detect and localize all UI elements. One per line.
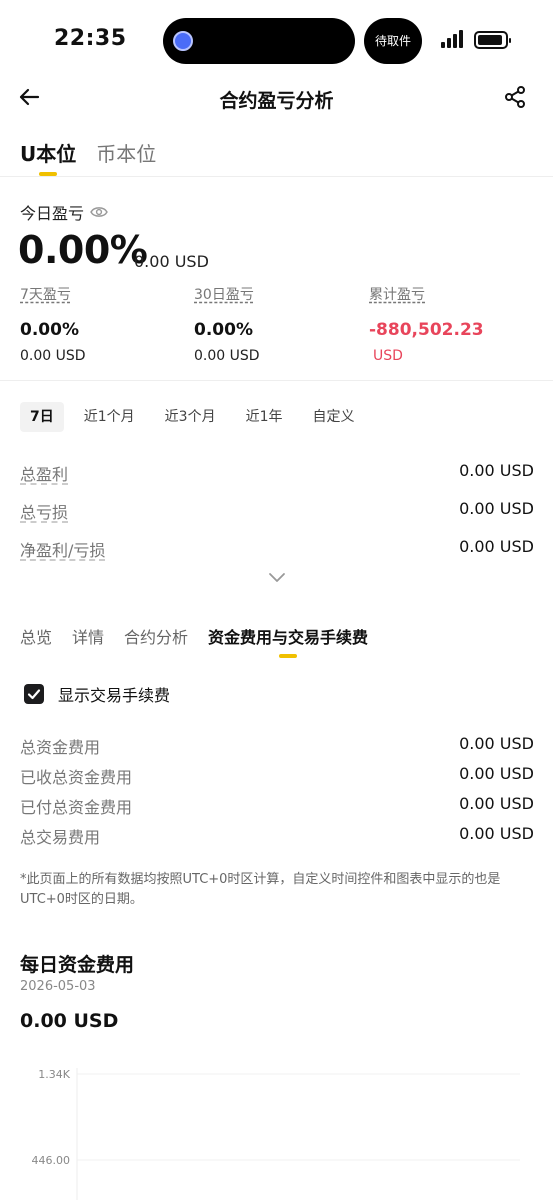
- stat-label: 7天盈亏: [20, 287, 71, 303]
- tab-coin-margined[interactable]: 币本位: [96, 138, 156, 176]
- battery-icon: [474, 31, 511, 49]
- today-pnl-label: 今日盈亏: [20, 200, 108, 224]
- tab-overview[interactable]: 总览: [20, 624, 52, 658]
- period-custom[interactable]: 自定义: [303, 402, 365, 432]
- section-tabs: 总览 详情 合约分析 资金费用与交易手续费: [20, 624, 368, 658]
- share-icon[interactable]: [503, 85, 527, 109]
- today-pnl-label-text: 今日盈亏: [20, 204, 85, 223]
- today-pnl-usd: 0.00 USD: [134, 252, 209, 271]
- show-fees-checkbox[interactable]: [24, 684, 44, 704]
- summary-row: 总盈利 0.00 USD: [20, 461, 534, 485]
- show-fees-label: 显示交易手续费: [58, 686, 171, 705]
- timezone-note: *此页面上的所有数据均按照UTC+0时区计算，自定义时间控件和图表中显示的也是U…: [20, 872, 501, 907]
- period-1m[interactable]: 近1个月: [74, 402, 145, 432]
- page-title: 合约盈亏分析: [219, 90, 334, 112]
- summary-row: 净盈利/亏损 0.00 USD: [20, 537, 534, 561]
- summary-value: 0.00 USD: [459, 499, 534, 518]
- chevron-down-icon[interactable]: [267, 570, 287, 584]
- stat-usd: 0.00 USD: [194, 348, 260, 364]
- show-fees-row[interactable]: 显示交易手续费: [24, 682, 170, 706]
- unit-tabs: U本位 币本位: [20, 138, 156, 176]
- checkmark-icon: [27, 689, 41, 700]
- tab-details[interactable]: 详情: [72, 624, 104, 658]
- period-selector: 7日 近1个月 近3个月 近1年 自定义: [20, 402, 365, 432]
- summary-label[interactable]: 净盈利/亏损: [20, 537, 105, 561]
- dynamic-island[interactable]: [163, 18, 355, 64]
- divider: [0, 380, 553, 381]
- period-1y[interactable]: 近1年: [236, 402, 293, 432]
- fee-row: 已收总资金费用 0.00 USD: [20, 764, 534, 788]
- stat-usd: 0.00 USD: [20, 348, 86, 364]
- fee-value: 0.00 USD: [459, 764, 534, 783]
- status-time: 22:35: [54, 26, 127, 51]
- fee-row: 总资金费用 0.00 USD: [20, 734, 534, 758]
- fee-label: 已收总资金费用: [20, 768, 133, 787]
- fee-label: 总交易费用: [20, 828, 101, 847]
- daily-funding-chart[interactable]: 1.34K 446.00: [0, 1060, 553, 1200]
- tab-u-margined[interactable]: U本位: [20, 138, 76, 176]
- stat-usd: USD: [373, 348, 403, 364]
- daily-funding-date: 2026-05-03: [20, 979, 96, 994]
- signal-icon: [441, 30, 467, 48]
- fee-row: 总交易费用 0.00 USD: [20, 824, 534, 848]
- fee-value: 0.00 USD: [459, 794, 534, 813]
- period-7d[interactable]: 7日: [20, 402, 64, 432]
- fee-label: 已付总资金费用: [20, 798, 133, 817]
- tab-funding-fees[interactable]: 资金费用与交易手续费: [208, 624, 368, 658]
- fee-row: 已付总资金费用 0.00 USD: [20, 794, 534, 818]
- daily-funding-value: 0.00 USD: [20, 1010, 119, 1032]
- stat-30d[interactable]: 30日盈亏 0.00% 0.00 USD: [194, 284, 260, 364]
- today-pnl-percent: 0.00%: [18, 228, 148, 272]
- header: 合约盈亏分析: [0, 78, 553, 120]
- stat-label: 30日盈亏: [194, 287, 254, 303]
- summary-label[interactable]: 总亏损: [20, 499, 68, 523]
- fee-value: 0.00 USD: [459, 824, 534, 843]
- stat-value: 0.00%: [194, 320, 253, 340]
- daily-funding-title: 每日资金费用: [20, 954, 135, 976]
- fee-label: 总资金费用: [20, 738, 101, 757]
- divider: [0, 176, 553, 177]
- summary-value: 0.00 USD: [459, 461, 534, 480]
- status-bar: 22:35 待取件: [0, 0, 553, 80]
- stat-label: 累计盈亏: [369, 287, 425, 303]
- stat-7d[interactable]: 7天盈亏 0.00% 0.00 USD: [20, 284, 86, 364]
- stat-value: 0.00%: [20, 320, 79, 340]
- summary-value: 0.00 USD: [459, 537, 534, 556]
- y-tick-label: 1.34K: [38, 1068, 70, 1081]
- summary-row: 总亏损 0.00 USD: [20, 499, 534, 523]
- period-3m[interactable]: 近3个月: [155, 402, 226, 432]
- pickup-pill[interactable]: 待取件: [364, 18, 422, 64]
- fee-value: 0.00 USD: [459, 734, 534, 753]
- tab-contract-analysis[interactable]: 合约分析: [124, 624, 188, 658]
- eye-icon[interactable]: [90, 205, 108, 219]
- stat-value: -880,502.23: [369, 320, 484, 340]
- app-activity-icon: [173, 31, 193, 51]
- summary-label[interactable]: 总盈利: [20, 461, 68, 485]
- y-tick-label: 446.00: [32, 1154, 71, 1167]
- stat-cumulative[interactable]: 累计盈亏 -880,502.23 USD: [369, 284, 484, 364]
